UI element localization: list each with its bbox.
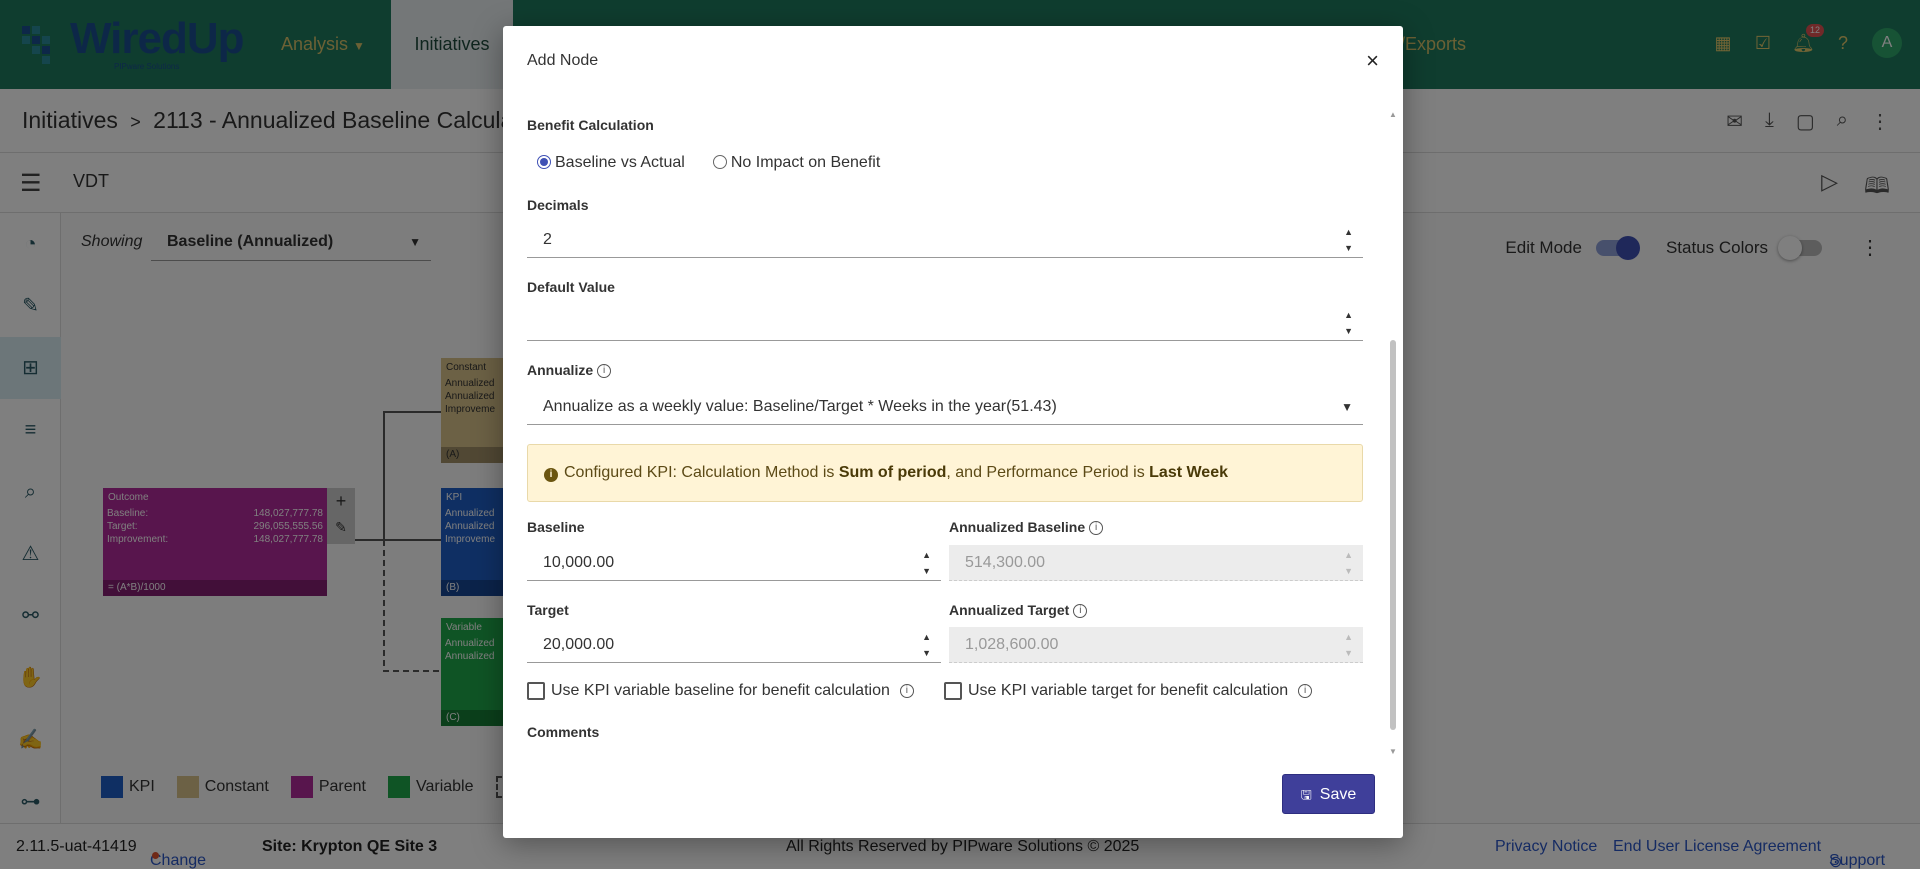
stepper-icon: ▲ ▼	[1344, 632, 1353, 658]
alert-text: , and Performance Period is	[946, 464, 1150, 481]
close-icon[interactable]: ×	[1366, 48, 1379, 74]
decimals-input[interactable]: 2 ▲ ▼	[527, 222, 1363, 258]
annualized-target-label: Annualized Target i	[949, 602, 1088, 618]
benefit-calculation-label: Benefit Calculation	[527, 117, 654, 133]
dialog-title: Add Node	[527, 52, 599, 69]
info-icon[interactable]: i	[899, 684, 914, 698]
annualize-value: Annualize as a weekly value: Baseline/Ta…	[543, 398, 1057, 415]
caret-down-icon: ▼	[1341, 400, 1353, 414]
decimals-value: 2	[543, 231, 552, 248]
annualized-baseline-value: 514,300.00	[965, 554, 1046, 571]
annualized-target-input: 1,028,600.00 ▲ ▼	[949, 627, 1363, 663]
radio-no-impact[interactable]: No Impact on Benefit	[712, 154, 880, 172]
annualized-target-value: 1,028,600.00	[965, 636, 1059, 653]
radio-checked-icon	[537, 155, 551, 169]
comments-label: Comments	[527, 724, 600, 740]
annualized-baseline-input: 514,300.00 ▲ ▼	[949, 545, 1363, 581]
alert-text: Configured KPI: Calculation Method is	[564, 464, 839, 481]
alert-period: Last Week	[1149, 464, 1228, 481]
stepper-icon[interactable]: ▲ ▼	[922, 629, 931, 661]
scroll-up-icon: ▲	[1389, 110, 1397, 119]
baseline-input[interactable]: 10,000.00 ▲ ▼	[527, 545, 941, 581]
radio-unchecked-icon	[712, 155, 727, 169]
target-label: Target	[527, 602, 569, 618]
dialog-scrollbar[interactable]: ▲ ▼	[1389, 110, 1397, 756]
checkbox-icon	[527, 682, 545, 700]
stepper-icon[interactable]: ▲ ▼	[1344, 307, 1353, 339]
save-icon: 🖫	[1300, 787, 1312, 802]
info-icon[interactable]: i	[597, 364, 612, 378]
checkbox-icon	[944, 682, 962, 700]
radio-baseline-vs-actual[interactable]: Baseline vs Actual	[537, 154, 685, 172]
use-kpi-baseline-checkbox[interactable]: Use KPI variable baseline for benefit ca…	[527, 682, 914, 700]
info-icon[interactable]: i	[1089, 521, 1104, 535]
scrollbar-thumb	[1390, 340, 1396, 730]
baseline-value: 10,000.00	[543, 554, 615, 571]
kpi-config-alert: i Configured KPI: Calculation Method is S…	[527, 444, 1363, 502]
info-icon[interactable]: i	[1298, 684, 1313, 698]
use-kpi-target-checkbox[interactable]: Use KPI variable target for benefit calc…	[944, 682, 1313, 700]
annualize-label: Annualize i	[527, 362, 612, 378]
scroll-down-icon: ▼	[1389, 747, 1397, 756]
stepper-icon[interactable]: ▲ ▼	[922, 547, 931, 579]
default-value-label: Default Value	[527, 279, 615, 295]
info-icon[interactable]: i	[1073, 604, 1088, 618]
decimals-label: Decimals	[527, 197, 589, 213]
default-value-input[interactable]: ▲ ▼	[527, 305, 1363, 341]
info-circle-icon: i	[544, 468, 558, 482]
baseline-label: Baseline	[527, 519, 585, 535]
annualize-select[interactable]: Annualize as a weekly value: Baseline/Ta…	[527, 389, 1363, 425]
stepper-icon: ▲ ▼	[1344, 550, 1353, 576]
annualized-baseline-label: Annualized Baseline i	[949, 519, 1104, 535]
target-input[interactable]: 20,000.00 ▲ ▼	[527, 627, 941, 663]
save-button[interactable]: 🖫 Save	[1282, 774, 1375, 814]
benefit-calculation-radios: Baseline vs Actual No Impact on Benefit	[537, 154, 880, 172]
stepper-icon[interactable]: ▲ ▼	[1344, 224, 1353, 256]
alert-method: Sum of period	[838, 464, 947, 481]
target-value: 20,000.00	[543, 636, 615, 653]
add-node-dialog: Add Node × Benefit Calculation Baseline …	[503, 26, 1403, 838]
